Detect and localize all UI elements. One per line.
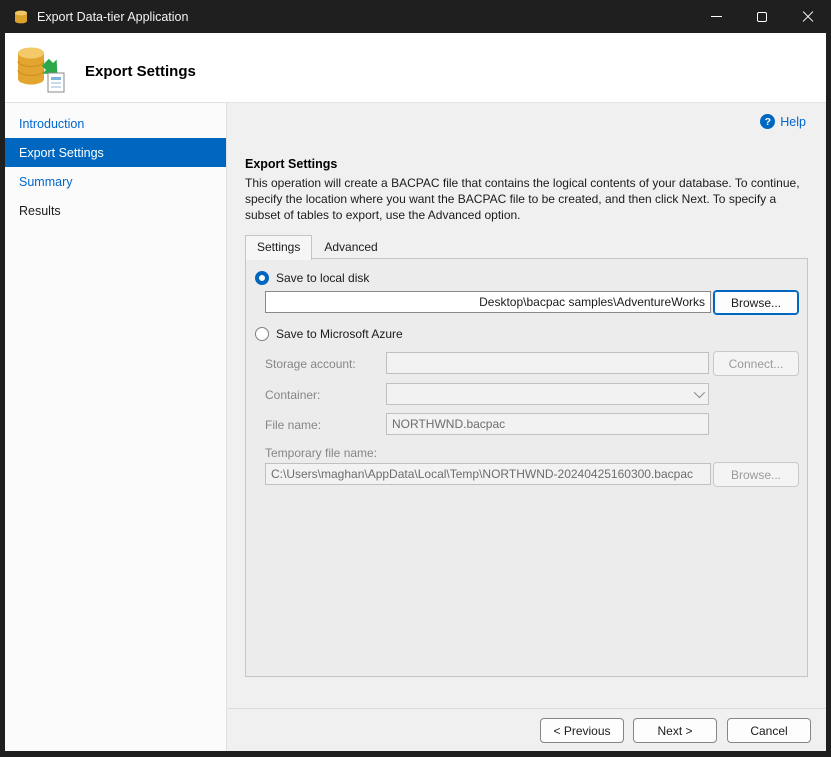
sidebar-item-results[interactable]: Results [5, 196, 226, 225]
window-title: Export Data-tier Application [37, 10, 188, 24]
header-title: Export Settings [85, 63, 196, 80]
main-area: ? Help Export Settings This operation wi… [227, 103, 826, 751]
sidebar-item-summary[interactable]: Summary [5, 167, 226, 196]
save-local-disk-label: Save to local disk [276, 271, 369, 285]
sidebar-item-label: Export Settings [19, 146, 104, 160]
container-select [386, 383, 709, 405]
radio-unchecked-icon [255, 327, 269, 341]
tab-strip: Settings Advanced [245, 235, 390, 259]
section-description: This operation will create a BACPAC file… [245, 176, 811, 224]
app-icon [13, 9, 29, 25]
browse-temp-button: Browse... [713, 462, 799, 487]
window-controls [693, 0, 831, 33]
sidebar-item-label: Results [19, 204, 61, 218]
sidebar-item-export-settings[interactable]: Export Settings [5, 138, 226, 167]
wizard-header: Export Settings [5, 33, 826, 103]
tab-advanced[interactable]: Advanced [312, 235, 389, 259]
save-azure-radio[interactable]: Save to Microsoft Azure [255, 327, 403, 341]
temp-file-input [265, 463, 711, 485]
file-name-input [386, 413, 709, 435]
sidebar-item-label: Summary [19, 175, 72, 189]
sidebar-item-label: Introduction [19, 117, 84, 131]
radio-checked-icon [255, 271, 269, 285]
maximize-button[interactable] [739, 0, 785, 33]
minimize-button[interactable] [693, 0, 739, 33]
sidebar: Introduction Export Settings Summary Res… [5, 103, 227, 751]
close-button[interactable] [785, 0, 831, 33]
titlebar: Export Data-tier Application [0, 0, 831, 33]
section-title: Export Settings [245, 157, 337, 171]
content-area: ? Help Export Settings This operation wi… [227, 103, 826, 708]
tab-label: Settings [257, 240, 300, 254]
container-label: Container: [265, 388, 320, 402]
export-database-icon [13, 43, 67, 98]
export-wizard-window: Export Data-tier Application [0, 0, 831, 757]
dialog-body: Export Settings Introduction Export Sett… [5, 33, 826, 751]
cancel-button[interactable]: Cancel [727, 718, 811, 743]
help-label: Help [780, 115, 806, 129]
chevron-down-icon [694, 387, 705, 398]
next-button[interactable]: Next > [633, 718, 717, 743]
save-azure-label: Save to Microsoft Azure [276, 327, 403, 341]
close-icon [802, 11, 814, 23]
temp-file-label: Temporary file name: [265, 446, 377, 460]
minimize-icon [711, 16, 722, 17]
tab-settings[interactable]: Settings [245, 235, 312, 260]
maximize-icon [757, 12, 767, 22]
sidebar-item-introduction[interactable]: Introduction [5, 109, 226, 138]
settings-panel: Save to local disk Browse... Save to Mic… [245, 258, 808, 677]
storage-account-input [386, 352, 709, 374]
help-button[interactable]: ? Help [760, 114, 806, 129]
local-path-input[interactable] [265, 291, 711, 313]
file-name-label: File name: [265, 418, 321, 432]
footer: < Previous Next > Cancel [227, 708, 826, 751]
save-local-disk-radio[interactable]: Save to local disk [255, 271, 369, 285]
connect-button: Connect... [713, 351, 799, 376]
help-icon: ? [760, 114, 775, 129]
storage-account-label: Storage account: [265, 357, 356, 371]
tab-label: Advanced [324, 240, 377, 254]
previous-button[interactable]: < Previous [540, 718, 624, 743]
browse-local-button[interactable]: Browse... [713, 290, 799, 315]
